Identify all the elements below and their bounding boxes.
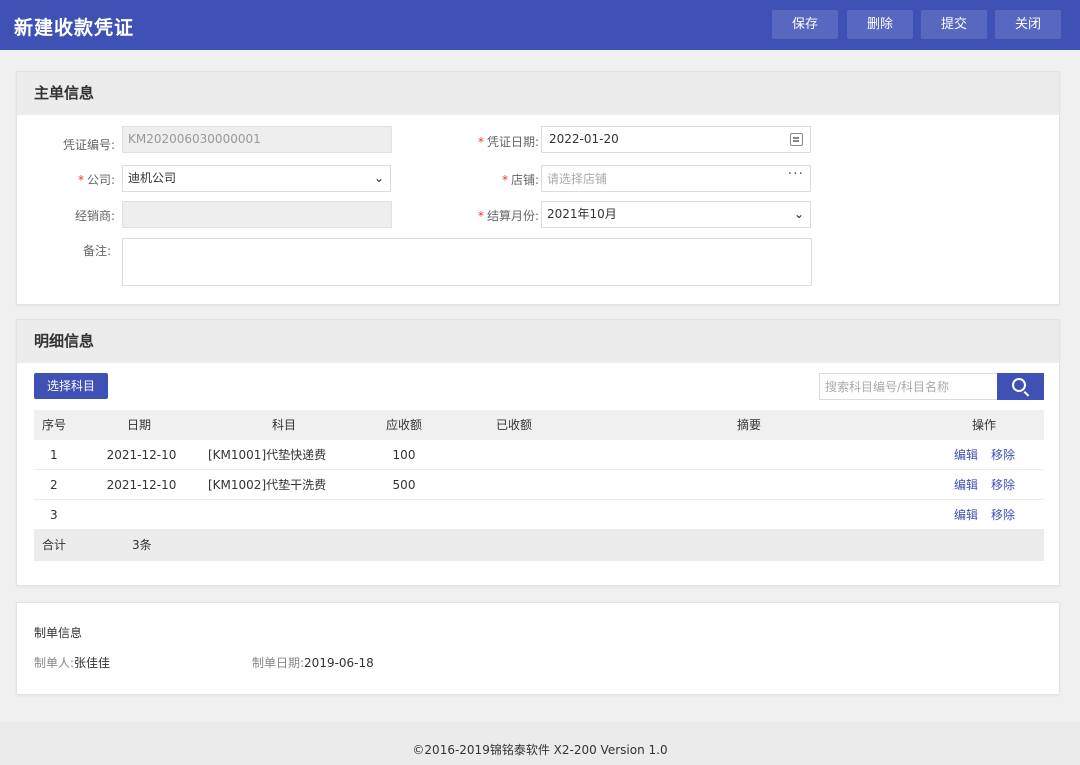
maker-label: 制单人: xyxy=(34,656,75,670)
make-date-value: 2019-06-18 xyxy=(304,656,374,670)
dealer-label: 经销商: xyxy=(74,209,115,223)
row-seq: 1 xyxy=(50,448,58,462)
subject-search-input[interactable] xyxy=(820,374,997,399)
row-remove-link[interactable]: 移除 xyxy=(991,500,1015,530)
row-date: 2021-12-10 xyxy=(106,478,177,492)
settle-month-select[interactable]: 2021年10月 ⌄ xyxy=(541,201,811,228)
row-receivable xyxy=(379,500,429,530)
save-button[interactable]: 保存 xyxy=(772,10,838,39)
table-row: 1 2021-12-10 [KM1001]代垫快递费 100 编辑 移除 xyxy=(34,440,1044,470)
chevron-down-icon: ⌄ xyxy=(373,171,384,185)
col-received-header: 已收额 xyxy=(495,418,532,432)
required-mark: * xyxy=(477,135,484,149)
total-label: 合计 xyxy=(42,538,67,552)
search-button[interactable] xyxy=(997,373,1044,400)
copyright-text: ©2016-2019锦铭泰软件 X2-200 Version 1.0 xyxy=(412,743,668,757)
top-bar: 新建收款凭证 保存 删除 提交 关闭 xyxy=(0,0,1080,50)
row-receivable: 500 xyxy=(392,478,416,492)
row-remove-link[interactable]: 移除 xyxy=(991,440,1015,470)
required-mark: * xyxy=(501,173,508,187)
row-remove-link[interactable]: 移除 xyxy=(991,470,1015,500)
remark-label: 备注: xyxy=(82,244,111,258)
dealer-field xyxy=(122,201,392,228)
col-summary-header: 摘要 xyxy=(736,418,761,432)
table-header-row: 序号 日期 科目 应收额 已收额 摘要 操作 xyxy=(34,410,1044,440)
store-label: * 店铺: xyxy=(501,173,539,187)
subject-search-box xyxy=(819,373,998,400)
row-summary xyxy=(724,500,774,530)
row-summary xyxy=(724,440,774,470)
row-edit-link[interactable]: 编辑 xyxy=(954,470,978,500)
row-seq: 2 xyxy=(50,478,58,492)
maker-info-title: 制单信息 xyxy=(34,626,83,640)
col-seq-header: 序号 xyxy=(42,418,67,432)
row-received xyxy=(489,470,539,500)
company-select[interactable]: 迪机公司 ⌄ xyxy=(122,165,391,192)
make-date-label: 制单日期: xyxy=(252,656,305,670)
master-info-card: 主单信息 凭证编号: KM202006030000001 * 凭证日期: 2022… xyxy=(16,71,1060,305)
voucher-date-label: * 凭证日期: xyxy=(477,135,539,149)
close-button[interactable]: 关闭 xyxy=(995,10,1061,39)
detail-info-card: 明细信息 选择科目 序号 日期 科目 应收额 已收额 摘要 操作 1 2021-… xyxy=(16,319,1060,586)
voucher-no-field: KM202006030000001 xyxy=(122,126,392,153)
col-action-header: 操作 xyxy=(971,418,996,432)
detail-table: 序号 日期 科目 应收额 已收额 摘要 操作 1 2021-12-10 [KM1… xyxy=(34,410,1044,561)
maker-info-card: 制单信息 制单人:张佳佳 制单日期:2019-06-18 xyxy=(16,602,1060,695)
remark-textarea[interactable] xyxy=(122,238,812,286)
row-summary xyxy=(724,470,774,500)
maker-line: 制单人:张佳佳 xyxy=(34,654,110,671)
row-edit-link[interactable]: 编辑 xyxy=(954,440,978,470)
maker-value: 张佳佳 xyxy=(74,656,111,670)
table-total-row: 合计 3条 xyxy=(34,530,1044,561)
store-field[interactable]: ··· xyxy=(541,165,811,192)
row-subject: [KM1001]代垫快递费 xyxy=(208,448,327,462)
select-subject-button[interactable]: 选择科目 xyxy=(34,373,108,399)
submit-button[interactable]: 提交 xyxy=(921,10,987,39)
row-receivable: 100 xyxy=(392,448,416,462)
delete-button[interactable]: 删除 xyxy=(847,10,913,39)
chevron-down-icon: ⌄ xyxy=(793,207,804,221)
col-date-header: 日期 xyxy=(126,418,151,432)
table-row: 3 编辑 移除 xyxy=(34,500,1044,530)
total-count: 3条 xyxy=(132,538,152,552)
row-received xyxy=(489,500,539,530)
company-label: * 公司: xyxy=(77,173,115,187)
row-received xyxy=(489,440,539,470)
row-date xyxy=(104,500,179,530)
required-mark: * xyxy=(77,173,84,187)
make-date-line: 制单日期:2019-06-18 xyxy=(252,654,374,671)
row-date: 2021-12-10 xyxy=(106,448,177,462)
voucher-date-field[interactable]: 2022-01-20 xyxy=(541,126,811,153)
row-subject: [KM1002]代垫干洗费 xyxy=(208,478,327,492)
page-footer: ©2016-2019锦铭泰软件 X2-200 Version 1.0 xyxy=(0,722,1080,765)
detail-info-title: 明细信息 xyxy=(17,320,1059,363)
calendar-icon[interactable] xyxy=(790,133,803,146)
store-input[interactable] xyxy=(547,166,810,191)
row-edit-link[interactable]: 编辑 xyxy=(954,500,978,530)
table-row: 2 2021-12-10 [KM1002]代垫干洗费 500 编辑 移除 xyxy=(34,470,1044,500)
page-title: 新建收款凭证 xyxy=(14,17,135,39)
row-seq: 3 xyxy=(50,508,58,522)
required-mark: * xyxy=(477,209,484,223)
col-receivable-header: 应收额 xyxy=(385,418,422,432)
voucher-no-label: 凭证编号: xyxy=(62,138,115,152)
search-icon xyxy=(1012,378,1026,392)
settle-month-label: * 结算月份: xyxy=(477,209,539,223)
ellipsis-icon[interactable]: ··· xyxy=(788,162,804,187)
col-subject-header: 科目 xyxy=(271,418,296,432)
master-info-title: 主单信息 xyxy=(17,72,1059,115)
